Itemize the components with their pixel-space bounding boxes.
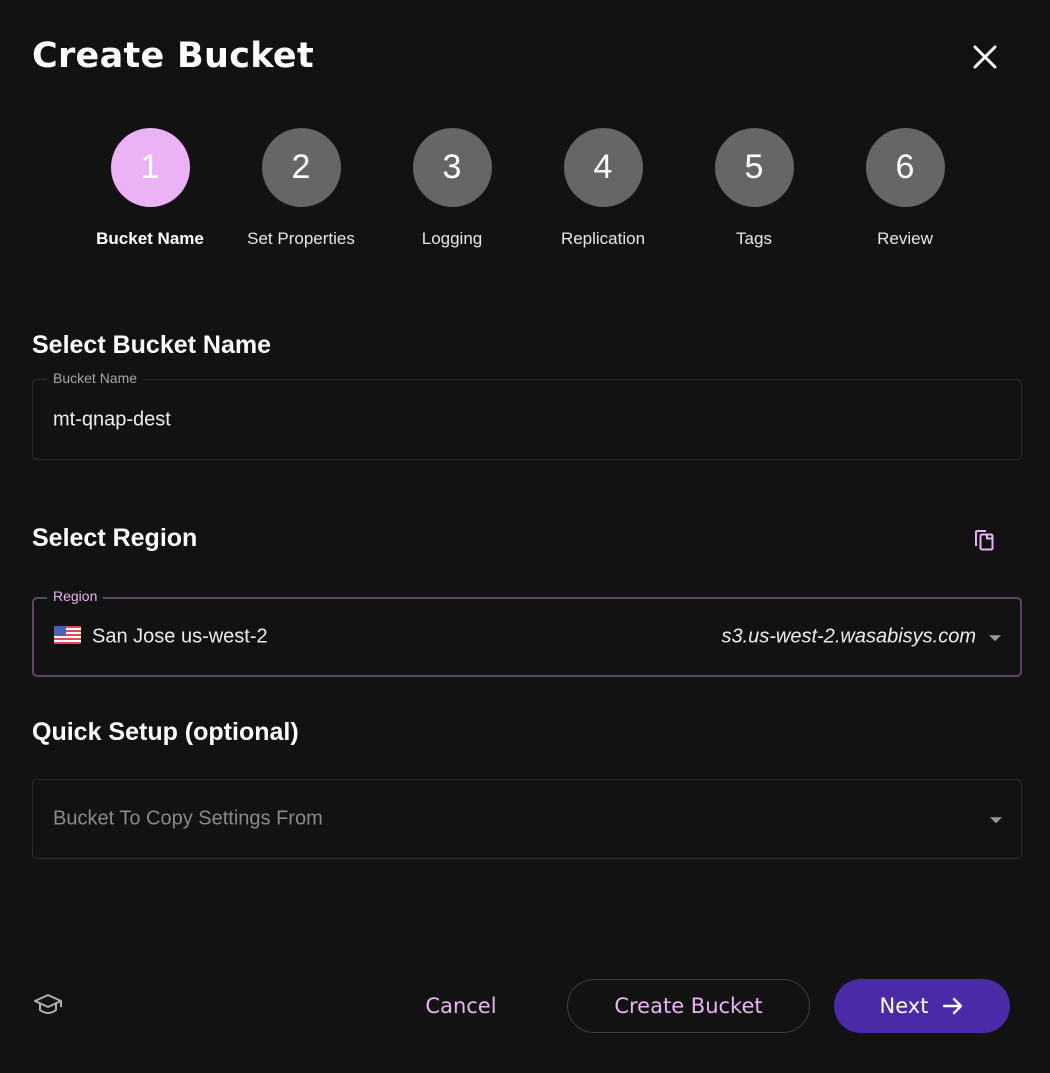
region-endpoint: s3.us-west-2.wasabisys.com <box>721 625 976 648</box>
bucket-name-label: Bucket Name <box>47 370 144 386</box>
step-label: Set Properties <box>247 229 355 248</box>
region-label: Region <box>47 588 104 604</box>
step-circle: 1 <box>110 128 190 207</box>
step-circle: 6 <box>865 128 945 207</box>
copy-settings-placeholder: Bucket To Copy Settings From <box>53 807 323 830</box>
region-select[interactable]: Region San Jose us-west-2 s3.us-west-2.w… <box>32 588 1022 677</box>
step-label: Review <box>877 229 933 248</box>
academy-button[interactable] <box>33 990 63 1020</box>
step-circle: 4 <box>563 128 643 207</box>
bucket-name-field[interactable]: Bucket Name mt-qnap-dest <box>32 370 1022 460</box>
bucket-name-section-title: Select Bucket Name <box>32 331 272 359</box>
step-review[interactable]: 6 Review <box>830 128 980 249</box>
region-name: San Jose us-west-2 <box>92 625 268 648</box>
copy-settings-select[interactable]: Bucket To Copy Settings From <box>32 779 1022 859</box>
next-button[interactable]: Next <box>834 979 1010 1033</box>
bucket-name-input[interactable]: mt-qnap-dest <box>53 408 171 431</box>
region-section-title: Select Region <box>32 524 198 552</box>
graduation-cap-icon <box>34 994 62 1014</box>
stepper: 1 Bucket Name 2 Set Properties 3 Logging… <box>75 128 975 258</box>
step-circle: 3 <box>412 128 492 207</box>
step-label: Logging <box>421 229 483 248</box>
step-replication[interactable]: 4 Replication <box>528 128 678 249</box>
quick-setup-section-title: Quick Setup (optional) <box>32 718 299 746</box>
copy-icon <box>975 530 994 551</box>
arrow-right-icon <box>943 997 963 1015</box>
step-circle: 5 <box>714 128 794 207</box>
step-circle: 2 <box>261 128 341 207</box>
next-button-label: Next <box>879 994 929 1018</box>
step-set-properties[interactable]: 2 Set Properties <box>226 128 376 249</box>
copy-button[interactable] <box>972 526 998 552</box>
chevron-down-icon <box>990 817 1002 824</box>
step-label: Replication <box>560 229 646 248</box>
close-icon <box>973 45 997 69</box>
step-bucket-name[interactable]: 1 Bucket Name <box>75 128 225 249</box>
cancel-button[interactable]: Cancel <box>410 980 512 1032</box>
step-label: Bucket Name <box>96 229 204 248</box>
step-label: Tags <box>736 229 772 248</box>
close-button[interactable] <box>968 40 1002 74</box>
chevron-down-icon <box>989 635 1001 642</box>
create-bucket-button[interactable]: Create Bucket <box>567 979 810 1033</box>
dialog-title: Create Bucket <box>32 36 315 76</box>
step-logging[interactable]: 3 Logging <box>377 128 527 249</box>
us-flag-icon <box>54 626 81 644</box>
step-tags[interactable]: 5 Tags <box>679 128 829 249</box>
